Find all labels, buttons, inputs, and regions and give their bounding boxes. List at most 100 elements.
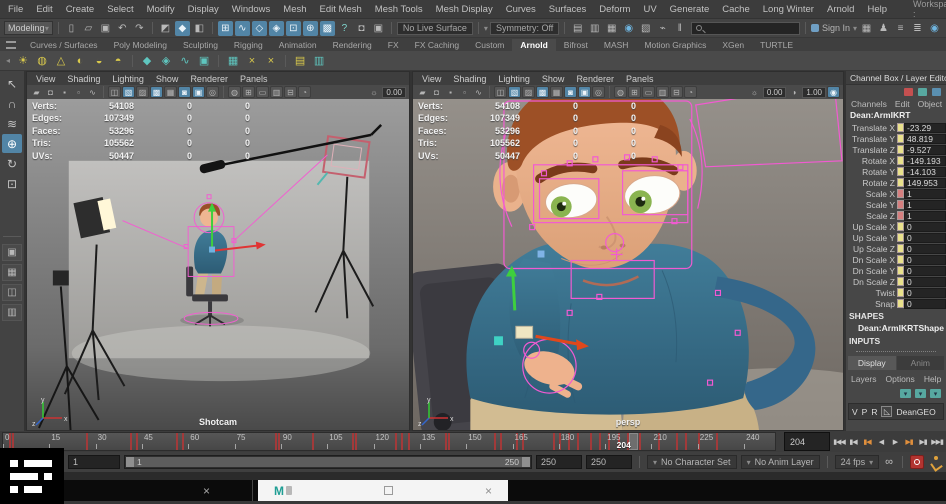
exposure-value[interactable]: 0.00 bbox=[763, 87, 787, 98]
layout-two-pane[interactable]: ◫ bbox=[2, 284, 22, 301]
lasso-select-tool[interactable]: ∩ bbox=[2, 94, 22, 113]
menu-item[interactable]: File bbox=[8, 4, 23, 15]
shadows-icon[interactable]: ▦ bbox=[164, 86, 177, 98]
move-layer-up-icon[interactable]: ▾ bbox=[900, 389, 911, 398]
channel-value-field[interactable]: -14.103 bbox=[904, 167, 946, 177]
search-input[interactable] bbox=[691, 22, 800, 35]
animation-end-field[interactable]: 250 bbox=[586, 455, 632, 469]
channel-key-state[interactable] bbox=[897, 222, 904, 231]
render-sequence-icon[interactable]: ◉ bbox=[621, 21, 636, 36]
menu-item[interactable]: Surfaces bbox=[549, 4, 587, 15]
motion-blur-icon[interactable]: ◎ bbox=[592, 86, 605, 98]
shelf-tab[interactable]: Curves / Surfaces bbox=[22, 39, 106, 51]
exposure-value[interactable]: 0.00 bbox=[382, 87, 406, 98]
channel-key-state[interactable] bbox=[897, 134, 904, 143]
channel-key-state[interactable] bbox=[897, 211, 904, 220]
xray-icon[interactable]: ◔ bbox=[298, 86, 311, 98]
image-plane-icon[interactable]: ▫ bbox=[72, 86, 85, 98]
snap-view-plane-icon[interactable]: ⊡ bbox=[286, 21, 301, 36]
character-set-select[interactable]: ▾ No Character Set bbox=[647, 455, 737, 469]
character-controls-icon[interactable]: ♟ bbox=[876, 21, 891, 36]
channel-value-field[interactable]: 0 bbox=[904, 222, 946, 232]
menu-item[interactable]: Mesh Tools bbox=[375, 4, 423, 15]
wireframe-mode-icon[interactable]: ◫ bbox=[494, 86, 507, 98]
shelf-tab[interactable]: TURTLE bbox=[752, 39, 801, 51]
redo-icon[interactable]: ↷ bbox=[132, 21, 147, 36]
shelf-tab[interactable]: Arnold bbox=[512, 39, 555, 51]
live-surface-field[interactable]: No Live Surface bbox=[397, 22, 473, 35]
rotate-tool[interactable]: ↻ bbox=[2, 154, 22, 173]
channel-key-state[interactable] bbox=[897, 178, 904, 187]
shelf-tab[interactable]: MASH bbox=[596, 39, 637, 51]
channel-value-field[interactable]: 0 bbox=[904, 299, 946, 309]
persp-canvas[interactable]: Verts:5410800 Edges:10734900 Faces:53296… bbox=[413, 99, 843, 430]
channel-value-field[interactable]: 1 bbox=[904, 211, 946, 221]
resolution-gate-icon[interactable]: ▭ bbox=[256, 86, 269, 98]
channel-value-field[interactable]: 1 bbox=[904, 189, 946, 199]
channel-box-menu-item[interactable]: Edit bbox=[895, 99, 910, 109]
shelf-tab[interactable]: Animation bbox=[271, 39, 325, 51]
layer-editor-menu-item[interactable]: Options bbox=[886, 374, 915, 384]
close-icon[interactable]: × bbox=[485, 484, 492, 498]
anti-alias-icon[interactable]: ▣ bbox=[578, 86, 591, 98]
range-slider-bar[interactable] bbox=[126, 457, 530, 467]
step-forward-key-button[interactable]: ▶▮ bbox=[916, 433, 930, 450]
node-editor-icon[interactable] bbox=[904, 88, 913, 96]
channel-key-state[interactable] bbox=[897, 167, 904, 176]
menu-item[interactable]: Curves bbox=[506, 4, 536, 15]
menu-item[interactable]: Edit Mesh bbox=[320, 4, 362, 15]
time-slider-ticks[interactable]: 0153045607590105120135150165180195210225… bbox=[2, 432, 776, 451]
viewport-menu-item[interactable]: Shading bbox=[453, 74, 486, 84]
channel-value-field[interactable]: -149.193 bbox=[904, 156, 946, 166]
channel-key-state[interactable] bbox=[897, 123, 904, 132]
channel-key-state[interactable] bbox=[897, 277, 904, 286]
lock-camera-icon[interactable]: ◘ bbox=[430, 86, 443, 98]
shaded-mode-icon[interactable]: ▧ bbox=[508, 86, 521, 98]
ipr-render-icon[interactable]: ▦ bbox=[604, 21, 619, 36]
arnold-utility-icon[interactable]: ▤ bbox=[292, 53, 308, 69]
layer-visibility-toggle[interactable]: V bbox=[852, 407, 858, 417]
menu-item[interactable]: Edit bbox=[36, 4, 52, 15]
menu-item[interactable]: Select bbox=[107, 4, 133, 15]
arnold-texture-icon[interactable]: × bbox=[244, 53, 260, 69]
shelf-tab[interactable]: Rigging bbox=[226, 39, 271, 51]
arnold-polymesh-icon[interactable]: ▣ bbox=[196, 53, 212, 69]
shelf-tab[interactable]: Sculpting bbox=[175, 39, 226, 51]
textured-mode-icon[interactable]: ▨ bbox=[522, 86, 535, 98]
channel-value-field[interactable]: 0 bbox=[904, 244, 946, 254]
scale-tool[interactable]: ⊡ bbox=[2, 174, 22, 193]
paint-select-tool[interactable]: ≋ bbox=[2, 114, 22, 133]
menu-item[interactable]: Modify bbox=[147, 4, 175, 15]
channel-box-menu-item[interactable]: Object bbox=[918, 99, 943, 109]
viewport-menu-item[interactable]: Panels bbox=[626, 74, 654, 84]
snap-curve-icon[interactable]: ∿ bbox=[235, 21, 250, 36]
gate-mask-icon[interactable]: ▥ bbox=[656, 86, 669, 98]
shelf-tab[interactable]: Rendering bbox=[325, 39, 380, 51]
menu-item[interactable]: Help bbox=[867, 4, 887, 15]
channel-key-state[interactable] bbox=[897, 244, 904, 253]
arnold-render-icon[interactable]: ▦ bbox=[225, 53, 241, 69]
menu-item[interactable]: Windows bbox=[232, 4, 271, 15]
channel-value-field[interactable]: 1 bbox=[904, 200, 946, 210]
go-to-start-button[interactable]: ▮◀◀ bbox=[832, 433, 846, 450]
anti-alias-icon[interactable]: ▣ bbox=[192, 86, 205, 98]
highlight-selection-icon[interactable]: ▣ bbox=[371, 21, 386, 36]
arnold-mesh-light-icon[interactable]: ◒ bbox=[91, 53, 107, 69]
attribute-editor-toggle-icon[interactable]: ≣ bbox=[910, 21, 925, 36]
viewport-menu-item[interactable]: Renderer bbox=[576, 74, 614, 84]
render-current-frame-icon[interactable]: ▥ bbox=[587, 21, 602, 36]
channel-key-state[interactable] bbox=[897, 156, 904, 165]
shelf-tab[interactable]: Poly Modeling bbox=[106, 39, 175, 51]
menu-item[interactable]: Mesh bbox=[283, 4, 306, 15]
viewport-menu-item[interactable]: View bbox=[36, 74, 55, 84]
shelf-tab[interactable]: FX Caching bbox=[407, 39, 467, 51]
gate-mask-icon[interactable]: ▥ bbox=[270, 86, 283, 98]
arnold-light-portal-icon[interactable]: △ bbox=[53, 53, 69, 69]
arnold-area-light-icon[interactable]: ☀ bbox=[15, 53, 31, 69]
grease-pencil-icon[interactable]: ∿ bbox=[472, 86, 485, 98]
safe-action-icon[interactable]: ⊟ bbox=[284, 86, 297, 98]
shelf-tab[interactable]: Motion Graphics bbox=[636, 39, 714, 51]
lock-camera-icon[interactable]: ◘ bbox=[44, 86, 57, 98]
channel-box-title[interactable]: Channel Box / Layer Editor bbox=[846, 71, 946, 85]
layout-single-pane[interactable]: ▣ bbox=[2, 244, 22, 261]
